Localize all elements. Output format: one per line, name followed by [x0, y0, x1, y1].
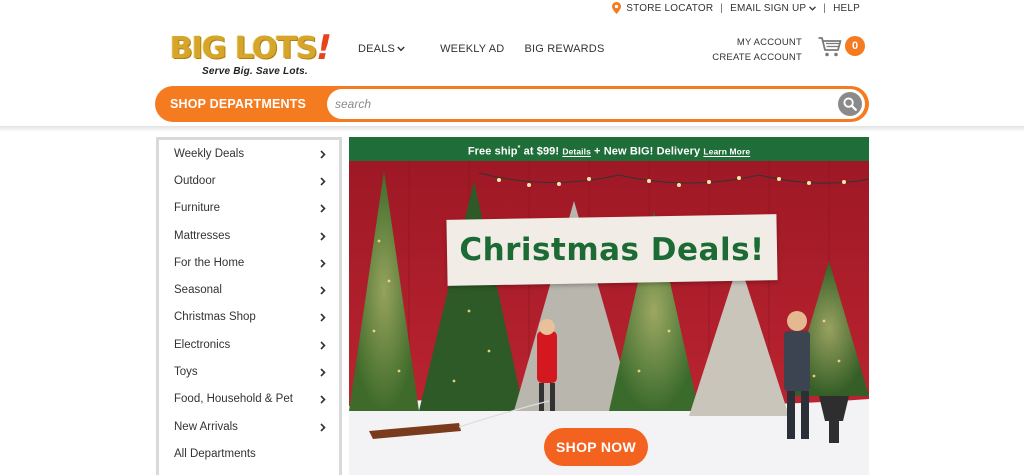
map-pin-icon [612, 2, 622, 14]
sidebar-item-for-the-home[interactable]: For the Home [159, 249, 339, 276]
chevron-right-icon [320, 204, 326, 213]
sidebar-item-label: New Arrivals [174, 420, 238, 433]
free-shipping-promo: Free ship* at $99! Details + New BIG! De… [349, 137, 869, 161]
sidebar-item-label: Seasonal [174, 284, 222, 297]
promo-delivery: + New BIG! Delivery [590, 145, 704, 158]
search-button[interactable] [838, 92, 862, 116]
shop-now-button[interactable]: SHOP NOW [544, 428, 648, 466]
chevron-down-icon [809, 5, 817, 11]
shop-departments-button[interactable]: SHOP DEPARTMENTS [170, 86, 306, 122]
nav-deals[interactable]: DEALS [358, 43, 405, 55]
create-account-link[interactable]: CREATE ACCOUNT [712, 50, 802, 65]
sidebar-item-new-arrivals[interactable]: New Arrivals [159, 413, 339, 440]
chevron-right-icon [320, 368, 326, 377]
my-account-link[interactable]: MY ACCOUNT [712, 35, 802, 50]
nav-big-rewards[interactable]: BIG REWARDS [524, 43, 604, 55]
hero-banner[interactable]: Christmas Deals! SHOP NOW [349, 161, 869, 475]
header-shadow-divider [0, 126, 1024, 132]
page: STORE LOCATOR | EMAIL SIGN UP | HELP BIG… [0, 0, 1024, 475]
utility-separator: | [823, 2, 827, 14]
sidebar-item-electronics[interactable]: Electronics [159, 331, 339, 358]
utility-links: STORE LOCATOR | EMAIL SIGN UP | HELP [612, 2, 860, 14]
promo-details-link[interactable]: Details [562, 147, 591, 157]
store-locator-link[interactable]: STORE LOCATOR [612, 2, 713, 14]
chevron-right-icon [320, 231, 326, 241]
store-locator-label: STORE LOCATOR [626, 2, 714, 14]
sidebar-item-label: All Departments [174, 447, 256, 460]
search-icon [843, 97, 857, 111]
search-input[interactable] [327, 89, 865, 119]
email-signup-link[interactable]: EMAIL SIGN UP [730, 2, 817, 14]
promo-price: at $99! [520, 145, 563, 158]
sidebar-item-seasonal[interactable]: Seasonal [159, 276, 339, 303]
promo-learn-more-link[interactable]: Learn More [703, 147, 750, 157]
cart-count-badge[interactable]: 0 [845, 36, 865, 56]
sidebar-item-label: Food, Household & Pet [174, 393, 293, 406]
sidebar-item-mattresses[interactable]: Mattresses [159, 222, 339, 249]
cart-icon[interactable] [818, 36, 842, 58]
sidebar-item-outdoor[interactable]: Outdoor [159, 167, 339, 194]
sidebar-item-label: Christmas Shop [174, 311, 256, 324]
department-sidebar: Weekly Deals Outdoor Furniture Mattresse… [156, 137, 342, 475]
sidebar-item-weekly-deals[interactable]: Weekly Deals [159, 140, 339, 167]
utility-separator: | [720, 2, 724, 14]
sidebar-item-label: For the Home [174, 256, 245, 269]
chevron-right-icon [320, 341, 326, 350]
sidebar-item-label: Outdoor [174, 174, 216, 187]
logo-wordmark: BIG LOTS [170, 31, 318, 66]
chevron-right-icon [320, 423, 326, 432]
chevron-right-icon [320, 395, 326, 404]
hero-title: Christmas Deals! [459, 232, 765, 268]
sidebar-item-toys[interactable]: Toys [159, 358, 339, 385]
chevron-right-icon [320, 313, 326, 322]
sidebar-item-all-departments[interactable]: All Departments [159, 440, 339, 467]
chevron-right-icon [320, 177, 326, 186]
chevron-right-icon [320, 259, 326, 268]
main-nav: DEALS WEEKLY AD BIG REWARDS [358, 43, 604, 55]
nav-deals-label: DEALS [358, 43, 396, 55]
chevron-right-icon [320, 150, 326, 159]
search-bar: SHOP DEPARTMENTS [155, 86, 869, 122]
sidebar-item-food-household-pet[interactable]: Food, Household & Pet [159, 386, 339, 413]
email-signup-label: EMAIL SIGN UP [730, 2, 807, 14]
logo-tagline: Serve Big. Save Lots. [202, 66, 308, 77]
sidebar-item-label: Toys [174, 366, 198, 379]
chevron-right-icon [320, 286, 326, 295]
sidebar-item-label: Mattresses [174, 229, 231, 242]
sidebar-item-christmas-shop[interactable]: Christmas Shop [159, 304, 339, 331]
utility-bar: STORE LOCATOR | EMAIL SIGN UP | HELP [0, 0, 1024, 16]
account-links: MY ACCOUNT CREATE ACCOUNT [712, 35, 802, 65]
help-link[interactable]: HELP [833, 3, 860, 14]
chevron-down-icon [397, 46, 405, 52]
sidebar-item-furniture[interactable]: Furniture [159, 195, 339, 222]
big-lots-logo[interactable]: BIG LOTS ! Serve Big. Save Lots. [170, 28, 336, 79]
promo-free-ship: Free ship [467, 145, 518, 158]
sidebar-item-label: Furniture [174, 202, 221, 215]
sidebar-item-label: Weekly Deals [174, 147, 245, 160]
nav-weekly-ad[interactable]: WEEKLY AD [440, 43, 504, 55]
sidebar-item-label: Electronics [174, 338, 231, 351]
